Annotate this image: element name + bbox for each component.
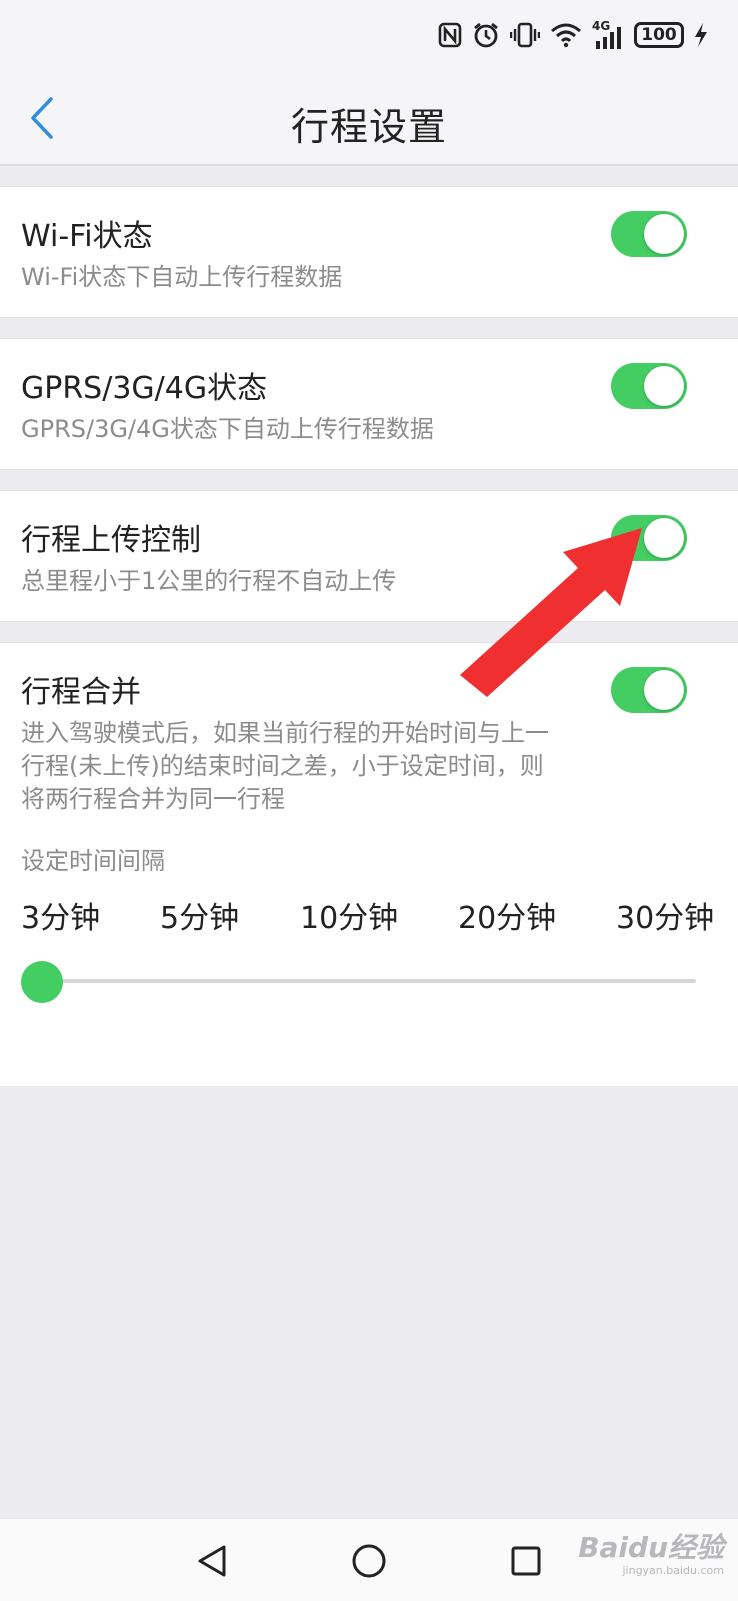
charging-icon — [695, 23, 707, 47]
setting-title: Wi-Fi状态 — [21, 219, 153, 254]
setting-description: GPRS/3G/4G状态下自动上传行程数据 — [21, 415, 434, 443]
status-icons: 4G 100 — [438, 18, 708, 52]
interval-options: 3分钟 5分钟 10分钟 20分钟 30分钟 — [0, 893, 738, 937]
toggle-knob — [644, 518, 684, 558]
nav-recents-button[interactable] — [502, 1537, 550, 1585]
recents-square-icon — [511, 1546, 541, 1576]
setting-merge-card: 行程合并 进入驾驶模式后，如果当前行程的开始时间与上一 行程(未上传)的结束时间… — [0, 642, 738, 1086]
setting-description-line: 进入驾驶模式后，如果当前行程的开始时间与上一 — [21, 719, 549, 747]
wifi-icon — [551, 23, 581, 48]
page-title: 行程设置 — [290, 105, 447, 149]
battery-icon: 100 — [634, 22, 684, 48]
setting-description: Wi-Fi状态下自动上传行程数据 — [21, 263, 343, 291]
gprs-upload-toggle[interactable] — [611, 363, 687, 409]
toggle-knob — [644, 214, 684, 254]
interval-option-10[interactable]: 10分钟 — [300, 893, 398, 937]
interval-slider-thumb[interactable] — [21, 961, 63, 1003]
home-circle-icon — [352, 1544, 386, 1578]
interval-slider-track[interactable] — [42, 979, 696, 983]
interval-label: 设定时间间隔 — [21, 847, 165, 875]
signal-4g-icon: 4G — [592, 19, 624, 49]
toggle-knob — [644, 366, 684, 406]
setting-description: 总里程小于1公里的行程不自动上传 — [21, 567, 397, 595]
nfc-icon — [438, 22, 462, 48]
setting-title: 行程合并 — [21, 675, 141, 710]
top-nav-bar: 行程设置 — [0, 70, 738, 166]
setting-upload-control-card: 行程上传控制 总里程小于1公里的行程不自动上传 — [0, 490, 738, 622]
interval-option-30[interactable]: 30分钟 — [616, 893, 714, 937]
wifi-upload-toggle[interactable] — [611, 211, 687, 257]
nav-home-button[interactable] — [345, 1537, 393, 1585]
setting-title: GPRS/3G/4G状态 — [21, 371, 268, 406]
battery-level: 100 — [641, 25, 677, 45]
setting-description-line: 将两行程合并为同一行程 — [21, 785, 285, 813]
status-bar: 4G 100 — [0, 0, 738, 70]
back-triangle-icon — [198, 1545, 226, 1577]
setting-gprs-card: GPRS/3G/4G状态 GPRS/3G/4G状态下自动上传行程数据 — [0, 338, 738, 470]
interval-option-5[interactable]: 5分钟 — [160, 893, 239, 937]
system-nav-bar — [0, 1518, 738, 1601]
toggle-knob — [644, 670, 684, 710]
vibrate-icon — [510, 22, 540, 48]
setting-title: 行程上传控制 — [21, 523, 201, 558]
alarm-icon — [474, 22, 498, 48]
setting-wifi-card: Wi-Fi状态 Wi-Fi状态下自动上传行程数据 — [0, 186, 738, 318]
merge-trips-toggle[interactable] — [611, 667, 687, 713]
nav-back-button[interactable] — [188, 1537, 236, 1585]
interval-option-3[interactable]: 3分钟 — [21, 893, 100, 937]
upload-control-toggle[interactable] — [611, 515, 687, 561]
interval-option-20[interactable]: 20分钟 — [458, 893, 556, 937]
setting-description-line: 行程(未上传)的结束时间之差，小于设定时间，则 — [21, 752, 544, 780]
